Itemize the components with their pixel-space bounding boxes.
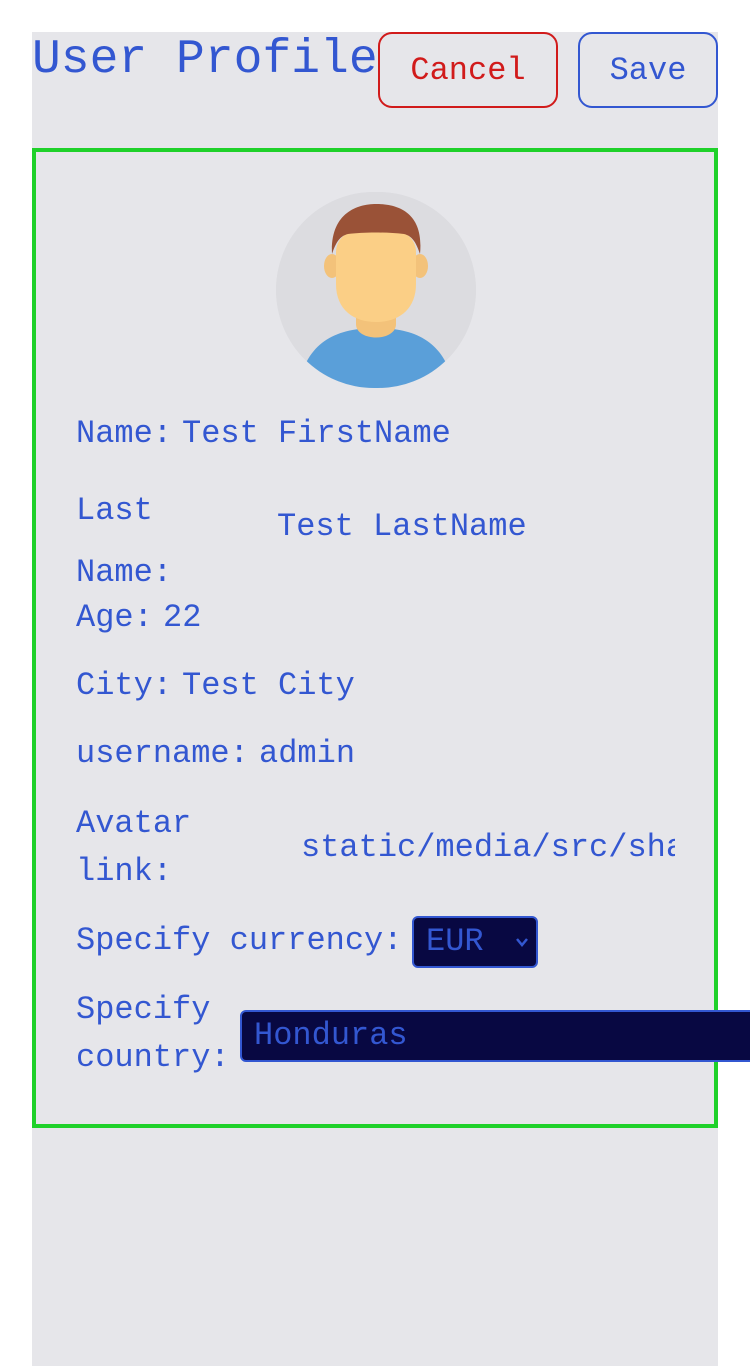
name-label: Name: xyxy=(76,415,173,452)
city-label: City: xyxy=(76,667,173,704)
name-value: Test FirstName xyxy=(182,415,451,452)
country-input[interactable]: Honduras xyxy=(240,1010,750,1062)
currency-selected-value: EUR xyxy=(426,923,484,960)
avatar-link-label: Avatar link: xyxy=(76,805,192,890)
age-value: 22 xyxy=(163,599,202,636)
cancel-button[interactable]: Cancel xyxy=(378,32,558,108)
last-name-row: Last Name: xyxy=(76,480,256,591)
age-label: Age: xyxy=(76,599,153,636)
username-label: username: xyxy=(76,735,249,772)
country-label: Specify country: xyxy=(76,991,230,1076)
chevron-down-icon xyxy=(516,938,528,947)
avatar xyxy=(276,192,476,388)
currency-label: Specify currency: xyxy=(76,922,403,959)
save-button[interactable]: Save xyxy=(578,32,718,108)
user-avatar-icon xyxy=(276,192,476,388)
last-name-label: Last Name: xyxy=(76,492,173,591)
avatar-link-row: Avatar link: xyxy=(76,800,256,896)
username-value: admin xyxy=(259,735,356,772)
last-name-value: Test LastName xyxy=(277,508,527,545)
page-title: User Profile xyxy=(32,33,378,87)
country-row: Specify country: xyxy=(76,986,246,1082)
avatar-link-value: static/media/src/sha xyxy=(301,829,675,866)
currency-select[interactable]: EUR xyxy=(412,916,538,968)
city-value: Test City xyxy=(182,667,355,704)
